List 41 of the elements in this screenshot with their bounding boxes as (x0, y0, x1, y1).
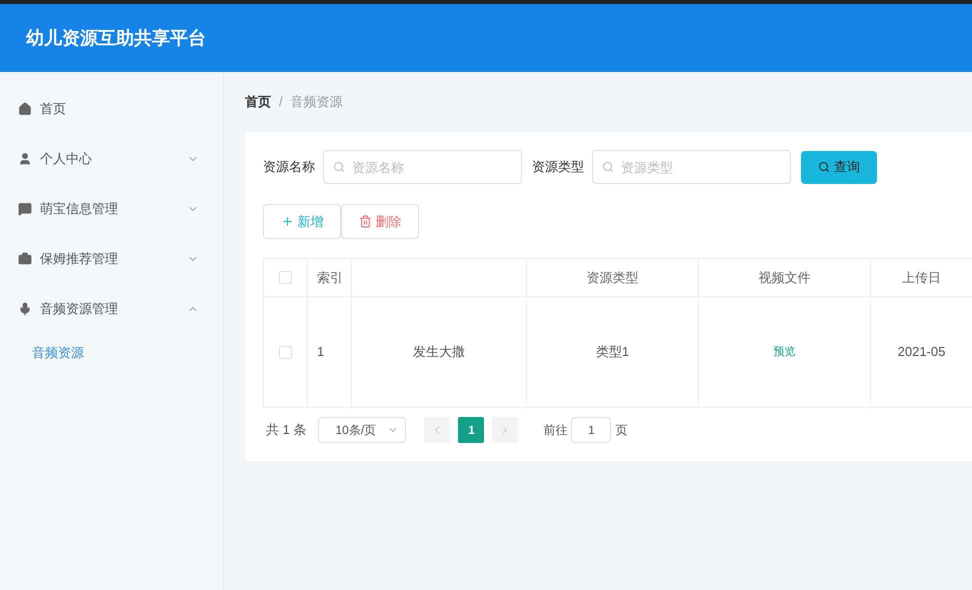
column-header: 上传日 (902, 268, 941, 287)
goto-label: 前往 (543, 422, 568, 439)
table-cell-text: 发生大撒 (413, 343, 465, 362)
previous-page-button[interactable] (424, 417, 450, 443)
table-cell-text: 1 (317, 343, 324, 362)
briefcase-icon (18, 252, 32, 266)
checkbox[interactable] (279, 271, 292, 284)
column-header: 资源类型 (586, 268, 638, 287)
field-label: 资源名称 (263, 158, 315, 176)
search-icon (818, 161, 830, 173)
search-button[interactable]: 查询 (801, 150, 877, 184)
checkbox[interactable] (279, 346, 292, 358)
page-suffix: 页 (615, 422, 628, 439)
search-field[interactable]: 资源名称 (323, 150, 522, 184)
column-header: 索引 (317, 268, 343, 287)
sidebar-item[interactable]: 萌宝信息管理 (0, 184, 223, 234)
next-page-button[interactable] (492, 417, 518, 443)
app-title: 幼儿资源互助共享平台 (26, 26, 206, 50)
field-label: 资源类型 (532, 158, 584, 176)
breadcrumb-item[interactable]: 首页 (245, 92, 271, 112)
breadcrumb-separator: / (279, 93, 283, 112)
column-header: 视频文件 (758, 268, 810, 287)
sidebar-item[interactable]: 保姆推荐管理 (0, 234, 223, 284)
sidebar-item[interactable]: 音频资源管理 (0, 284, 223, 334)
table-cell-text: 类型1 (596, 343, 630, 362)
user-icon (18, 152, 32, 166)
sidebar-item[interactable]: 首页 (0, 84, 223, 134)
table-cell-text: 2021-05 (898, 343, 946, 362)
total-count: 共 1 条 (266, 421, 306, 440)
home-icon (18, 102, 32, 116)
page-input[interactable]: 1 (571, 417, 612, 443)
search-icon (333, 161, 345, 173)
plus-icon (280, 215, 294, 228)
search-icon (602, 161, 614, 173)
trash-icon (358, 215, 372, 228)
chat-icon (18, 202, 32, 216)
microphone-icon (18, 302, 32, 316)
breadcrumb-item: 音频资源 (290, 93, 343, 112)
search-field[interactable]: 资源类型 (592, 150, 791, 184)
sidebar-item[interactable]: 个人中心 (0, 134, 223, 184)
page-size-select[interactable]: 10条/页 (318, 417, 406, 443)
